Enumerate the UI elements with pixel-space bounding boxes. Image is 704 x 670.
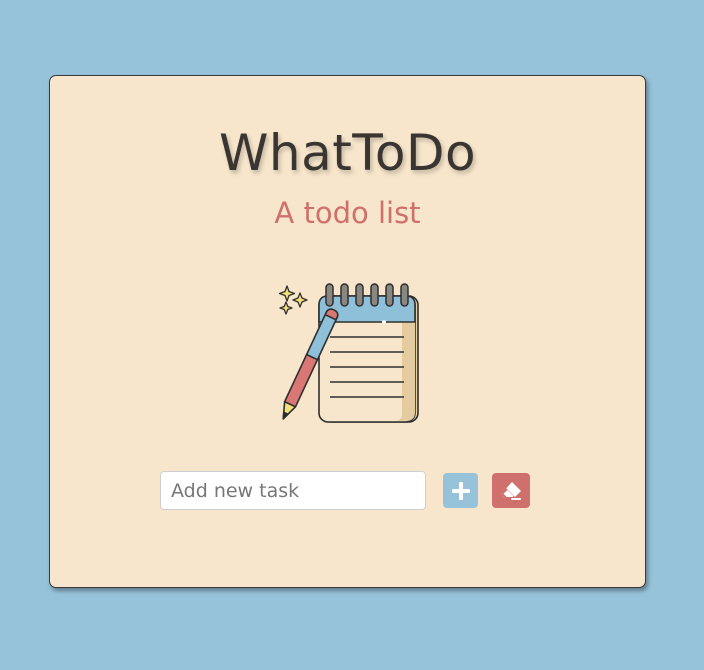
sparkle-icon (278, 285, 308, 315)
eraser-icon (501, 481, 521, 500)
clear-tasks-button[interactable] (492, 473, 530, 508)
app-title: WhatToDo (218, 124, 477, 182)
plus-icon (451, 481, 470, 500)
add-task-button[interactable] (443, 473, 478, 508)
app-subtitle: A todo list (274, 196, 421, 230)
new-task-input[interactable] (160, 471, 426, 510)
notepad-with-pencil-icon (278, 283, 419, 423)
todo-card: WhatToDo A todo list (49, 75, 646, 588)
